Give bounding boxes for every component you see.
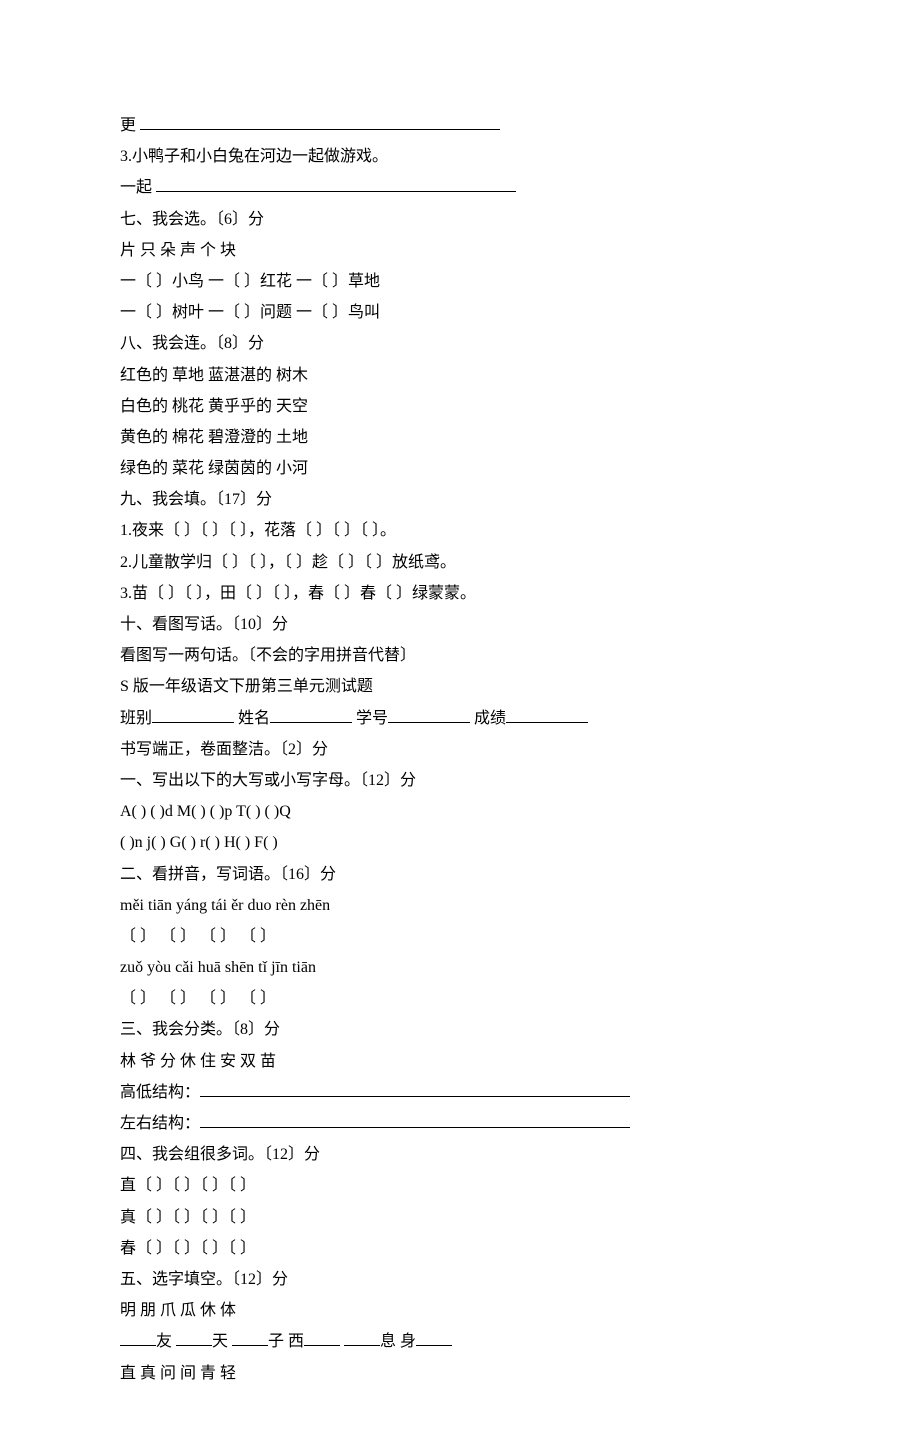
blank-line (344, 1329, 380, 1346)
text-line: 1.夜来〔 〕〔 〕〔 〕，花落〔 〕〔 〕〔 〕。 (120, 515, 800, 546)
section-heading: 四、我会组很多词。〔12〕分 (120, 1139, 800, 1170)
section-heading: 三、我会分类。〔8〕分 (120, 1014, 800, 1045)
section-heading: 八、我会连。〔8〕分 (120, 328, 800, 359)
text-line: A( ) ( )d M( ) ( )p T( ) ( )Q (120, 796, 800, 827)
label-structure-top: 高低结构： (120, 1084, 200, 1101)
label-structure-left: 左右结构： (120, 1115, 200, 1132)
text-line: 友 天 子 西 息 身 (120, 1326, 800, 1357)
text-line: 3.小鸭子和小白兔在河边一起做游戏。 (120, 141, 800, 172)
text-line: 黄色的 棉花 碧澄澄的 土地 (120, 422, 800, 453)
section-heading: 七、我会选。〔6〕分 (120, 204, 800, 235)
text-line: 林 爷 分 休 住 安 双 苗 (120, 1046, 800, 1077)
blank-line (152, 706, 234, 723)
section-heading: 一、写出以下的大写或小写字母。〔12〕分 (120, 765, 800, 796)
blank-line (176, 1329, 212, 1346)
text-line: 直 真 问 间 青 轻 (120, 1358, 800, 1389)
blank-line (270, 706, 352, 723)
section-heading: 九、我会填。〔17〕分 (120, 484, 800, 515)
text-fragment: 息 身 (380, 1333, 416, 1350)
text-line: 一〔 〕树叶 一〔 〕问题 一〔 〕鸟叫 (120, 297, 800, 328)
text-line: 2.儿童散学归〔 〕〔 〕，〔 〕趁〔 〕〔 〕放纸鸢。 (120, 547, 800, 578)
section-heading: 五、选字填空。〔12〕分 (120, 1264, 800, 1295)
blank-line (156, 175, 516, 192)
text-line: měi tiān yáng tái ěr duo rèn zhēn (120, 890, 800, 921)
text-line: 一〔 〕小鸟 一〔 〕红花 一〔 〕草地 (120, 266, 800, 297)
blank-line (304, 1329, 340, 1346)
text-line: 明 朋 爪 瓜 休 体 (120, 1295, 800, 1326)
text-line: 片 只 朵 声 个 块 (120, 235, 800, 266)
section-heading: 十、看图写话。〔10〕分 (120, 609, 800, 640)
text-line: 红色的 草地 蓝湛湛的 树木 (120, 360, 800, 391)
blank-line (232, 1329, 268, 1346)
blank-line (388, 706, 470, 723)
blank-line (140, 113, 500, 130)
blank-line (416, 1329, 452, 1346)
text-line: 左右结构： (120, 1108, 800, 1139)
text-line: 绿色的 菜花 绿茵茵的 小河 (120, 453, 800, 484)
text-line: 白色的 桃花 黄乎乎的 天空 (120, 391, 800, 422)
text-line: 书写端正，卷面整洁。〔2〕分 (120, 734, 800, 765)
label-id: 学号 (356, 710, 388, 727)
label-name: 姓名 (238, 710, 270, 727)
blank-line (506, 706, 588, 723)
exam-title: S 版一年级语文下册第三单元测试题 (120, 671, 800, 702)
blank-line (120, 1329, 156, 1346)
section-heading: 二、看拼音，写词语。〔16〕分 (120, 859, 800, 890)
text-line: 春〔 〕〔 〕〔 〕〔 〕 (120, 1233, 800, 1264)
label-yiqi: 一起 (120, 179, 156, 196)
label-class: 班别 (120, 710, 152, 727)
text-line: 高低结构： (120, 1077, 800, 1108)
label-score: 成绩 (474, 710, 506, 727)
text-line: 真〔 〕〔 〕〔 〕〔 〕 (120, 1202, 800, 1233)
text-line: 班别 姓名 学号 成绩 (120, 703, 800, 734)
document-page: 更 3.小鸭子和小白兔在河边一起做游戏。 一起 七、我会选。〔6〕分 片 只 朵… (0, 0, 920, 1449)
text-fragment: 天 (212, 1333, 232, 1350)
text-line: 〔 〕 〔 〕 〔 〕 〔 〕 (120, 983, 800, 1014)
label-geng: 更 (120, 117, 140, 134)
text-line: 3.苗〔 〕〔 〕，田〔 〕〔 〕，春〔 〕春〔 〕绿蒙蒙。 (120, 578, 800, 609)
text-line: zuǒ yòu cǎi huā shēn tǐ jīn tiān (120, 952, 800, 983)
text-line: 更 (120, 110, 800, 141)
text-line: 〔 〕 〔 〕 〔 〕 〔 〕 (120, 921, 800, 952)
text-line: 直〔 〕〔 〕〔 〕〔 〕 (120, 1170, 800, 1201)
text-fragment: 友 (156, 1333, 176, 1350)
text-fragment: 子 西 (268, 1333, 304, 1350)
text-line: 看图写一两句话。〔不会的字用拼音代替〕 (120, 640, 800, 671)
text-line: 一起 (120, 172, 800, 203)
text-line: ( )n j( ) G( ) r( ) H( ) F( ) (120, 827, 800, 858)
blank-line (200, 1080, 630, 1097)
blank-line (200, 1111, 630, 1128)
